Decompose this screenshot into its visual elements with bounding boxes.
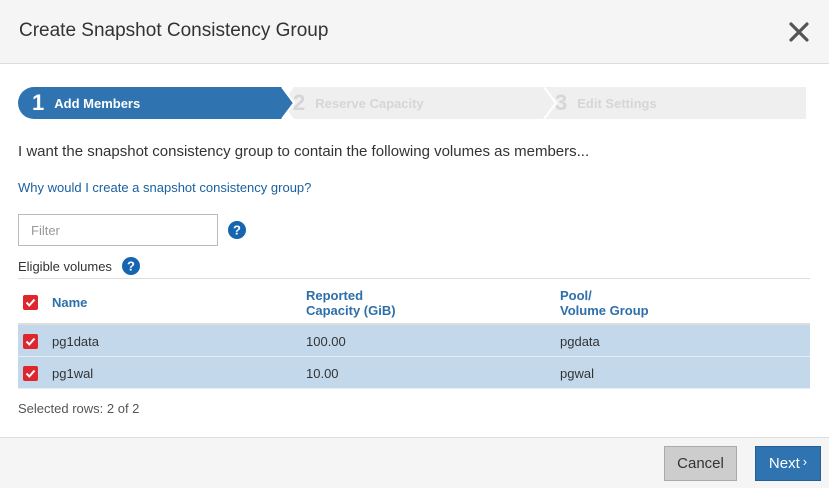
wizard-steps: 1 Add Members 2 Reserve Capacity 3 Edit …	[18, 87, 806, 119]
wizard-step-label: Add Members	[54, 95, 141, 111]
wizard-step-add-members[interactable]: 1 Add Members	[32, 87, 140, 119]
column-header-capacity[interactable]: Reported Capacity (GiB)	[306, 288, 396, 318]
cell-name: pg1wal	[52, 366, 94, 381]
intro-text: I want the snapshot consistency group to…	[18, 143, 590, 160]
column-header-line: Capacity (GiB)	[306, 303, 396, 318]
check-icon	[25, 337, 36, 346]
table-row[interactable]: pg1data 100.00 pgdata	[18, 325, 810, 357]
help-icon: ?	[122, 257, 140, 275]
row-checkbox[interactable]	[23, 366, 38, 381]
selected-rows-count: Selected rows: 2 of 2	[18, 401, 140, 416]
column-header-pool[interactable]: Pool/ Volume Group	[560, 288, 649, 318]
svg-text:?: ?	[233, 223, 241, 238]
wizard-step-edit-settings[interactable]: 3 Edit Settings	[555, 87, 657, 119]
wizard-step-number: 1	[32, 90, 45, 115]
filter-input[interactable]	[18, 214, 218, 246]
wizard-step-label: Edit Settings	[577, 95, 657, 111]
next-button-label: Next	[768, 455, 800, 472]
eligible-volumes-help-button[interactable]: ?	[122, 257, 140, 275]
row-checkbox[interactable]	[23, 334, 38, 349]
cell-pool: pgdata	[560, 334, 600, 349]
cell-capacity: 100.00	[306, 334, 346, 349]
table-row[interactable]: pg1wal 10.00 pgwal	[18, 357, 810, 389]
check-icon	[25, 369, 36, 378]
cell-capacity: 10.00	[306, 366, 339, 381]
dialog-header: Create Snapshot Consistency Group	[0, 0, 829, 64]
wizard-step-number: 3	[555, 90, 568, 115]
next-button[interactable]: Next ›	[755, 446, 821, 481]
filter-help-button[interactable]: ?	[228, 221, 246, 239]
close-button[interactable]	[787, 20, 811, 44]
column-header-line: Volume Group	[560, 303, 649, 318]
cell-name: pg1data	[52, 334, 99, 349]
svg-text:?: ?	[127, 259, 135, 274]
wizard-step-reserve-capacity[interactable]: 2 Reserve Capacity	[293, 87, 424, 119]
wizard-step-label: Reserve Capacity	[315, 95, 424, 111]
chevron-right-icon: ›	[802, 454, 808, 469]
dialog-footer: Cancel Next ›	[0, 437, 829, 488]
select-all-checkbox[interactable]	[23, 295, 38, 310]
eligible-volumes-table: Name Reported Capacity (GiB) Pool/ Volum…	[18, 278, 810, 389]
why-create-link[interactable]: Why would I create a snapshot consistenc…	[18, 180, 311, 195]
dialog-title: Create Snapshot Consistency Group	[19, 20, 329, 41]
table-header: Name Reported Capacity (GiB) Pool/ Volum…	[18, 278, 810, 325]
column-header-line: Pool/	[560, 288, 592, 303]
eligible-volumes-label: Eligible volumes	[18, 259, 112, 274]
column-header-name[interactable]: Name	[52, 295, 87, 310]
help-icon: ?	[228, 221, 246, 239]
cell-pool: pgwal	[560, 366, 594, 381]
column-header-line: Reported	[306, 288, 364, 303]
create-snapshot-consistency-group-dialog: Create Snapshot Consistency Group 1 Add …	[0, 0, 829, 488]
cancel-button[interactable]: Cancel	[664, 446, 737, 481]
close-icon	[789, 22, 809, 42]
wizard-step-number: 2	[293, 90, 306, 115]
check-icon	[25, 298, 36, 307]
